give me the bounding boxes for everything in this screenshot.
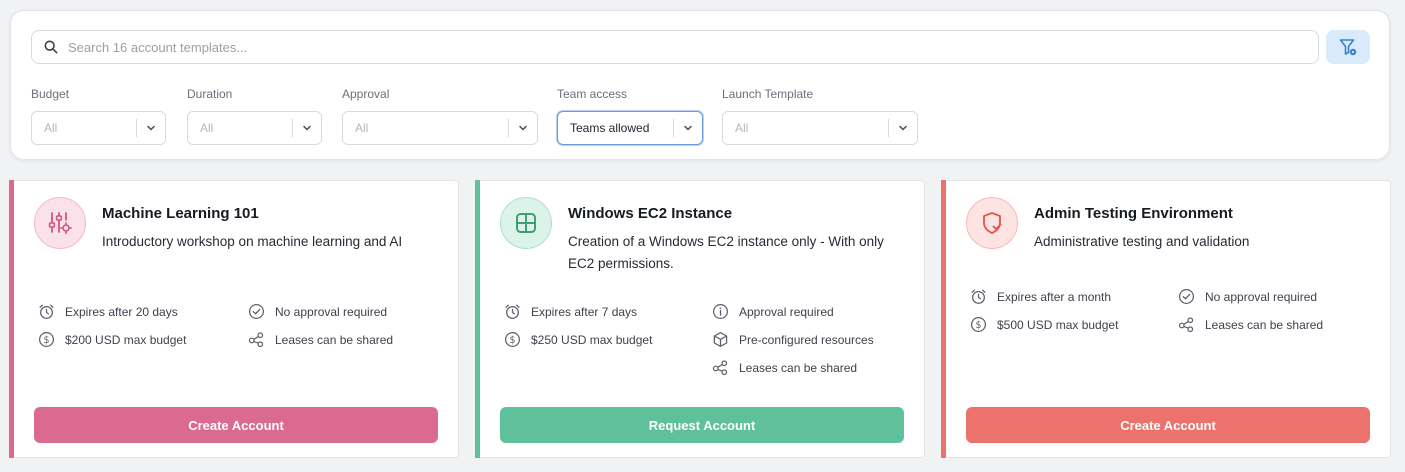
check-circle-icon bbox=[248, 303, 265, 320]
create-account-button[interactable]: Create Account bbox=[34, 407, 438, 443]
search-input[interactable] bbox=[68, 39, 1318, 55]
feature-text: $250 USD max budget bbox=[531, 332, 653, 347]
budget-select[interactable]: All bbox=[31, 111, 166, 145]
feature-approval: No approval required bbox=[1178, 288, 1317, 305]
feature-sharing: Leases can be shared bbox=[248, 331, 393, 348]
alarm-clock-icon bbox=[39, 304, 54, 319]
feature-expiry: Expires after a month bbox=[970, 288, 1111, 305]
feature-resources: Pre-configured resources bbox=[712, 331, 874, 348]
template-card-admin-testing: Admin Testing Environment Administrative… bbox=[941, 180, 1391, 458]
feature-expiry: Expires after 7 days bbox=[504, 303, 637, 320]
feature-expiry: Expires after 20 days bbox=[38, 303, 178, 320]
shield-check-icon bbox=[966, 197, 1018, 249]
feature-sharing: Leases can be shared bbox=[1178, 316, 1323, 333]
feature-text: Leases can be shared bbox=[275, 332, 394, 347]
select-value[interactable]: Teams allowed bbox=[558, 121, 673, 135]
filter-label: Approval bbox=[342, 87, 390, 101]
feature-text: No approval required bbox=[275, 304, 388, 319]
filter-launch-template: Launch Template All bbox=[722, 87, 918, 145]
filter-label: Budget bbox=[31, 87, 70, 101]
launch-template-select[interactable]: All bbox=[722, 111, 918, 145]
svg-text:$: $ bbox=[975, 320, 981, 331]
card-accent-stripe bbox=[941, 180, 946, 458]
select-value: All bbox=[44, 121, 58, 135]
filter-settings-icon bbox=[1339, 39, 1357, 56]
feature-text: $200 USD max budget bbox=[65, 332, 187, 347]
feature-text: Expires after 7 days bbox=[531, 304, 638, 319]
feature-text: Pre-configured resources bbox=[739, 332, 874, 347]
alarm-clock-icon bbox=[505, 304, 520, 319]
team-access-select[interactable]: Teams allowed bbox=[557, 111, 703, 145]
filter-label: Duration bbox=[187, 87, 233, 101]
request-account-button[interactable]: Request Account bbox=[500, 407, 904, 443]
feature-approval: No approval required bbox=[248, 303, 387, 320]
filter-approval: Approval All bbox=[342, 87, 538, 145]
feature-text: Approval required bbox=[739, 304, 834, 319]
approval-select[interactable]: All bbox=[342, 111, 538, 145]
chevron-down-icon[interactable] bbox=[674, 123, 702, 133]
chevron-down-icon[interactable] bbox=[889, 123, 917, 133]
info-circle-icon bbox=[712, 303, 729, 320]
feature-budget: $ $250 USD max budget bbox=[504, 331, 652, 348]
dollar-circle-icon: $ bbox=[38, 331, 55, 348]
feature-sharing: Leases can be shared bbox=[712, 359, 857, 376]
feature-budget: $ $500 USD max budget bbox=[970, 316, 1118, 333]
feature-text: Expires after a month bbox=[997, 289, 1112, 304]
share-icon bbox=[1178, 317, 1194, 333]
select-value: All bbox=[735, 121, 749, 135]
svg-text:$: $ bbox=[43, 335, 49, 346]
filter-budget: Budget All bbox=[31, 87, 166, 145]
card-title: Admin Testing Environment bbox=[1034, 205, 1233, 222]
settings-sliders-icon bbox=[34, 197, 86, 249]
filter-panel: Budget All Duration All Approval All bbox=[10, 10, 1390, 160]
filter-toggle-button[interactable] bbox=[1326, 30, 1370, 64]
create-account-button[interactable]: Create Account bbox=[966, 407, 1370, 443]
select-value: All bbox=[355, 121, 369, 135]
feature-text: Expires after 20 days bbox=[65, 304, 178, 319]
dollar-circle-icon: $ bbox=[970, 316, 987, 333]
filter-team-access: Team access Teams allowed bbox=[557, 87, 703, 145]
chevron-down-icon[interactable] bbox=[293, 123, 321, 133]
select-value: All bbox=[200, 121, 214, 135]
search-box[interactable] bbox=[31, 30, 1319, 64]
windows-grid-icon bbox=[500, 197, 552, 249]
duration-select[interactable]: All bbox=[187, 111, 322, 145]
filter-label: Launch Template bbox=[722, 87, 814, 101]
feature-text: Leases can be shared bbox=[739, 360, 858, 375]
feature-text: Leases can be shared bbox=[1205, 317, 1324, 332]
feature-budget: $ $200 USD max budget bbox=[38, 331, 186, 348]
card-accent-stripe bbox=[9, 180, 14, 458]
card-description: Administrative testing and validation bbox=[1034, 234, 1250, 249]
chevron-down-icon[interactable] bbox=[137, 123, 165, 133]
search-icon bbox=[44, 40, 58, 54]
template-card-windows-ec2: Windows EC2 Instance Creation of a Windo… bbox=[475, 180, 925, 458]
chevron-down-icon[interactable] bbox=[509, 123, 537, 133]
card-title: Windows EC2 Instance bbox=[568, 205, 733, 222]
share-icon bbox=[248, 332, 264, 348]
card-description: Creation of a Windows EC2 instance only … bbox=[568, 234, 884, 271]
filter-label: Team access bbox=[557, 87, 628, 101]
feature-text: $500 USD max budget bbox=[997, 317, 1119, 332]
box-icon bbox=[713, 332, 728, 347]
filter-duration: Duration All bbox=[187, 87, 322, 145]
feature-approval: Approval required bbox=[712, 303, 834, 320]
card-description: Introductory workshop on machine learnin… bbox=[102, 234, 403, 249]
share-icon bbox=[712, 360, 728, 376]
card-title: Machine Learning 101 bbox=[102, 205, 259, 222]
template-card-machine-learning: Machine Learning 101 Introductory worksh… bbox=[9, 180, 459, 458]
alarm-clock-icon bbox=[971, 289, 986, 304]
card-accent-stripe bbox=[475, 180, 480, 458]
check-circle-icon bbox=[1178, 288, 1195, 305]
dollar-circle-icon: $ bbox=[504, 331, 521, 348]
svg-text:$: $ bbox=[509, 335, 515, 346]
feature-text: No approval required bbox=[1205, 289, 1318, 304]
